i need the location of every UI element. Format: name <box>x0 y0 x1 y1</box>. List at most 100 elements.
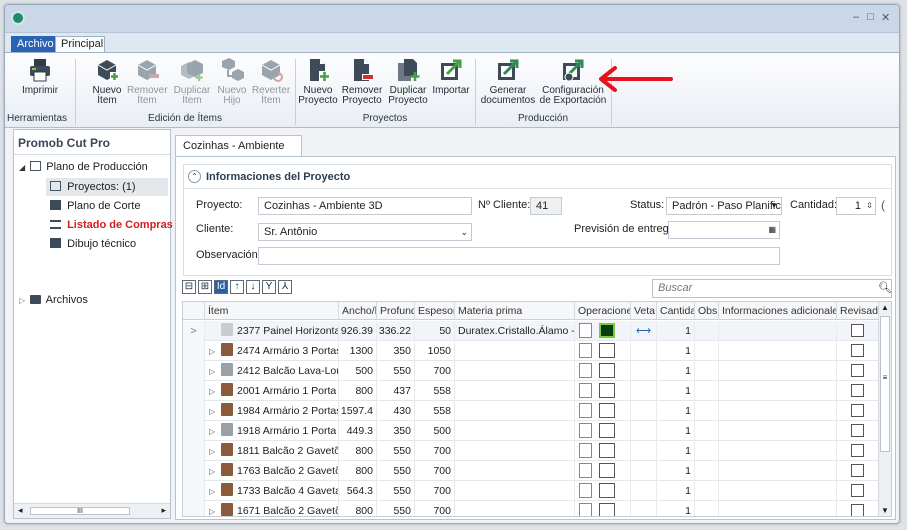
revisado-checkbox[interactable] <box>851 384 864 397</box>
restore-button[interactable]: □ <box>867 11 874 23</box>
espesor-cell[interactable]: 558 <box>415 381 455 401</box>
profund-cell[interactable]: 430 <box>377 401 415 421</box>
operation-piece-icon[interactable] <box>579 483 592 498</box>
ancho-cell[interactable]: 800 <box>339 501 377 516</box>
revisado-checkbox[interactable] <box>851 424 864 437</box>
ancho-cell[interactable]: 564.3 <box>339 481 377 501</box>
revisado-checkbox[interactable] <box>851 324 864 337</box>
cantidad-cell[interactable]: 1 <box>657 401 695 421</box>
scroll-up-icon[interactable]: ▲ <box>881 303 889 312</box>
profund-cell[interactable]: 550 <box>377 481 415 501</box>
column-header-cantidad[interactable]: Cantida <box>657 302 695 320</box>
cantidad-stepper[interactable]: 1 ⇳ <box>836 197 876 215</box>
operaciones-cell[interactable] <box>575 461 631 481</box>
materia-cell[interactable] <box>455 361 575 381</box>
generar-documentos-button[interactable]: Generar documentos <box>479 57 537 106</box>
espesor-cell[interactable]: 1050 <box>415 341 455 361</box>
remover-item-button[interactable]: Remover Ítem <box>127 57 168 106</box>
table-row[interactable]: ▷ 2474 Armário 3 Portas 1300 350 1050 1 <box>183 341 879 361</box>
expand-row-icon[interactable]: ▷ <box>209 402 219 421</box>
info-adicional-cell[interactable] <box>719 361 837 381</box>
tree-item-plano-produccion[interactable]: ◢ Plano de Producción <box>19 161 148 173</box>
reverter-item-button[interactable]: Reverter Ítem <box>251 57 291 106</box>
document-tab[interactable]: Cozinhas - Ambiente 3D <box>175 135 302 172</box>
nuevo-item-button[interactable]: Nuevo Ítem <box>91 57 123 106</box>
left-horizontal-scrollbar[interactable]: ◂ III ▸ <box>14 503 170 518</box>
tree-item-proyectos[interactable]: Proyectos: (1) <box>46 178 168 196</box>
info-adicional-cell[interactable] <box>719 341 837 361</box>
table-row[interactable]: ▷ 1763 Balcão 2 Gavetõ 800 550 700 1 <box>183 461 879 481</box>
operation-edge-icon[interactable] <box>599 423 615 438</box>
veta-cell[interactable] <box>631 401 657 421</box>
expand-row-icon[interactable]: ▷ <box>209 382 219 401</box>
tree-item-archivos[interactable]: ▷ Archivos <box>19 294 88 306</box>
operation-piece-icon[interactable] <box>579 403 592 418</box>
profund-cell[interactable]: 336.22 <box>377 321 415 341</box>
operation-edge-icon[interactable] <box>599 503 615 516</box>
operation-piece-icon[interactable] <box>579 503 592 516</box>
row-indicator[interactable] <box>183 341 205 361</box>
remover-proyecto-button[interactable]: Remover Proyecto <box>341 57 383 106</box>
calendar-icon[interactable]: ▦ <box>768 222 776 238</box>
table-row[interactable]: ▷ 2001 Armário 1 Porta 800 437 558 1 <box>183 381 879 401</box>
duplicar-proyecto-button[interactable]: Duplicar Proyecto <box>387 57 429 106</box>
row-indicator[interactable] <box>183 461 205 481</box>
column-header-revisado[interactable]: Revisado <box>837 302 879 320</box>
scroll-left-icon[interactable]: ◂ <box>18 505 23 516</box>
column-header-materia[interactable]: Materia prima <box>455 302 575 320</box>
cantidad-cell[interactable]: 1 <box>657 321 695 341</box>
revisado-cell[interactable] <box>837 341 879 361</box>
materia-cell[interactable]: Duratex.Cristallo.Álamo - M <box>455 321 575 341</box>
stepper-icon[interactable]: ⇳ <box>866 198 873 214</box>
operaciones-cell[interactable] <box>575 421 631 441</box>
materia-cell[interactable] <box>455 381 575 401</box>
obs-cell[interactable] <box>695 441 719 461</box>
column-header-espesor[interactable]: Espesor <box>415 302 455 320</box>
operation-piece-icon[interactable] <box>579 323 592 338</box>
table-row[interactable]: ▷ 1733 Balcão 4 Gavetas 564.3 550 700 1 <box>183 481 879 501</box>
cantidad-cell[interactable]: 1 <box>657 381 695 401</box>
move-up-button[interactable]: ↑ <box>230 280 244 294</box>
importar-button[interactable]: Importar <box>431 57 471 96</box>
column-header-operaciones[interactable]: Operaciones <box>575 302 631 320</box>
info-adicional-cell[interactable] <box>719 501 837 516</box>
observacion-field[interactable] <box>258 247 780 265</box>
table-row[interactable]: ▷ 1984 Armário 2 Portas 1597.4 430 558 1 <box>183 401 879 421</box>
cantidad-cell[interactable]: 1 <box>657 441 695 461</box>
info-adicional-cell[interactable] <box>719 321 837 341</box>
tab-archivo[interactable]: Archivo <box>11 36 60 53</box>
veta-cell[interactable] <box>631 441 657 461</box>
revisado-cell[interactable] <box>837 401 879 421</box>
veta-cell[interactable] <box>631 501 657 516</box>
item-cell[interactable]: ▷ 1984 Armário 2 Portas <box>205 401 339 421</box>
item-cell[interactable]: 2377 Painel Horizonta <box>205 321 339 341</box>
operation-edge-icon[interactable] <box>599 463 615 478</box>
profund-cell[interactable]: 550 <box>377 361 415 381</box>
split-button[interactable]: ⅄ <box>278 280 292 294</box>
expand-all-button[interactable]: ⊞ <box>198 280 212 294</box>
row-indicator[interactable]: > <box>183 321 205 341</box>
cantidad-cell[interactable]: 1 <box>657 461 695 481</box>
merge-button[interactable]: Y <box>262 280 276 294</box>
table-row[interactable]: ▷ 1671 Balcão 2 Gavetõ 800 550 700 1 <box>183 501 879 516</box>
column-header-info-adicional[interactable]: Informaciones adicionales <box>719 302 837 320</box>
expand-row-icon[interactable]: ▷ <box>209 342 219 361</box>
veta-cell[interactable] <box>631 361 657 381</box>
veta-cell[interactable]: ⟷ <box>631 321 657 341</box>
table-row[interactable]: ▷ 2412 Balcão Lava-Lou 500 550 700 1 <box>183 361 879 381</box>
scroll-thumb[interactable]: ≡ <box>880 316 890 452</box>
ancho-cell[interactable]: 800 <box>339 441 377 461</box>
row-indicator[interactable] <box>183 381 205 401</box>
operation-edge-icon[interactable] <box>599 483 615 498</box>
operation-piece-icon[interactable] <box>579 423 592 438</box>
operaciones-cell[interactable] <box>575 401 631 421</box>
scroll-right-icon[interactable]: ▸ <box>161 505 166 516</box>
ancho-cell[interactable]: 800 <box>339 461 377 481</box>
obs-cell[interactable] <box>695 461 719 481</box>
nuevo-proyecto-button[interactable]: Nuevo Proyecto <box>298 57 338 106</box>
espesor-cell[interactable]: 558 <box>415 401 455 421</box>
operation-edge-icon[interactable] <box>599 363 615 378</box>
operaciones-cell[interactable] <box>575 481 631 501</box>
revisado-cell[interactable] <box>837 461 879 481</box>
expand-row-icon[interactable]: ▷ <box>209 442 219 461</box>
